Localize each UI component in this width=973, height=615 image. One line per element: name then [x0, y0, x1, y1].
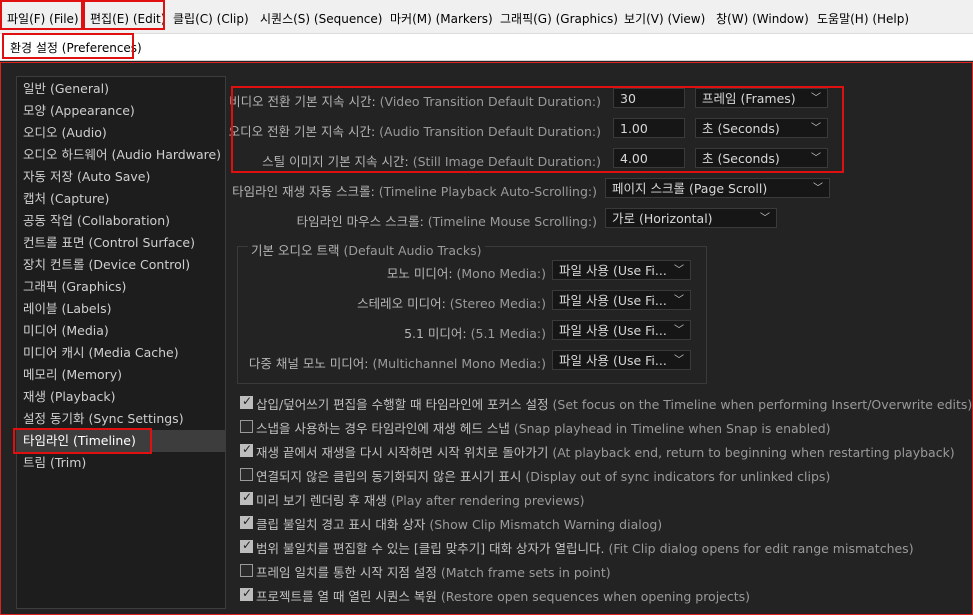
sidebar-item-memory[interactable]: 메모리 (Memory): [17, 364, 225, 386]
sidebar-item-media-cache[interactable]: 미디어 캐시 (Media Cache): [17, 342, 225, 364]
playback-scroll-label: 타임라인 재생 자동 스크롤: (Timeline Playback Auto-…: [232, 184, 597, 199]
menu-graphics[interactable]: 그래픽(G) (Graphics): [500, 10, 618, 27]
sidebar-item-device-control[interactable]: 장치 컨트롤 (Device Control): [17, 254, 225, 276]
still-image-unit-select[interactable]: 초 (Seconds) ﹀: [695, 148, 828, 168]
sidebar-item-labels[interactable]: 레이블 (Labels): [17, 298, 225, 320]
video-transition-label: 비디오 전환 기본 지속 시간: (Video Transition Defau…: [229, 94, 601, 109]
chevron-down-icon: ﹀: [674, 355, 684, 366]
chevron-down-icon: ﹀: [813, 183, 823, 194]
chevron-down-icon: ﹀: [811, 93, 821, 104]
checkbox[interactable]: [240, 490, 253, 505]
checkbox[interactable]: [240, 514, 253, 529]
stereo-media-label: 스테레오 미디어: (Stereo Media:): [357, 296, 546, 311]
sidebar-item-control-surface[interactable]: 컨트롤 표면 (Control Surface): [17, 232, 225, 254]
video-transition-duration-input[interactable]: 30: [613, 88, 685, 108]
sidebar-item-appearance[interactable]: 모양 (Appearance): [17, 100, 225, 122]
sidebar-item-auto-save[interactable]: 자동 저장 (Auto Save): [17, 166, 225, 188]
menu-window[interactable]: 창(W) (Window): [716, 10, 809, 27]
playback-scroll-select[interactable]: 페이지 스크롤 (Page Scroll) ﹀: [605, 178, 830, 198]
video-transition-unit-select[interactable]: 프레임 (Frames) ﹀: [695, 88, 828, 108]
menu-help[interactable]: 도움말(H) (Help): [817, 10, 909, 27]
sidebar-item-trim[interactable]: 트림 (Trim): [17, 452, 225, 474]
mono-media-label: 모노 미디어: (Mono Media:): [386, 266, 546, 281]
mouse-scroll-label: 타임라인 마우스 스크롤: (Timeline Mouse Scrolling:…: [296, 214, 597, 229]
checkbox[interactable]: [240, 538, 253, 553]
sidebar-item-sync-settings[interactable]: 설정 동기화 (Sync Settings): [17, 408, 225, 430]
multichannel-mono-select[interactable]: 파일 사용 (Use Fi... ﹀: [552, 350, 691, 370]
chevron-down-icon: ﹀: [811, 153, 821, 164]
checkbox[interactable]: [240, 564, 253, 577]
menu-clip[interactable]: 클립(C) (Clip): [173, 10, 249, 27]
sidebar-item-collaboration[interactable]: 공동 작업 (Collaboration): [17, 210, 225, 232]
mouse-scroll-select[interactable]: 가로 (Horizontal) ﹀: [605, 208, 777, 228]
checkbox[interactable]: [240, 420, 253, 433]
sidebar-item-playback[interactable]: 재생 (Playback): [17, 386, 225, 408]
five-one-media-label: 5.1 미디어: (5.1 Media:): [404, 326, 546, 341]
sidebar-item-graphics[interactable]: 그래픽 (Graphics): [17, 276, 225, 298]
dialog-title-bar: 환경 설정 (Preferences): [0, 34, 973, 61]
menu-sequence[interactable]: 시퀀스(S) (Sequence): [260, 10, 382, 27]
chevron-down-icon: ﹀: [674, 325, 684, 336]
menu-file[interactable]: 파일(F) (File): [7, 10, 79, 27]
chevron-down-icon: ﹀: [760, 213, 770, 224]
menu-edit[interactable]: 편집(E) (Edit): [90, 10, 165, 27]
still-image-label: 스틸 이미지 기본 지속 시간: (Still Image Default Du…: [262, 154, 601, 169]
sidebar-item-timeline[interactable]: 타임라인 (Timeline): [17, 430, 225, 452]
checkbox[interactable]: [240, 586, 253, 601]
menu-bar: 파일(F) (File) 편집(E) (Edit) 클립(C) (Clip) 시…: [0, 0, 973, 34]
sidebar-item-general[interactable]: 일반 (General): [17, 78, 225, 100]
checkbox[interactable]: [240, 442, 253, 457]
menu-view[interactable]: 보기(V) (View): [624, 10, 705, 27]
dialog-title: 환경 설정 (Preferences): [10, 41, 142, 55]
mono-media-select[interactable]: 파일 사용 (Use Fi... ﹀: [552, 260, 691, 280]
checkbox[interactable]: [240, 468, 253, 481]
chevron-down-icon: ﹀: [674, 265, 684, 276]
chevron-down-icon: ﹀: [811, 123, 821, 134]
sidebar-item-media[interactable]: 미디어 (Media): [17, 320, 225, 342]
checkbox[interactable]: [240, 394, 253, 409]
menu-markers[interactable]: 마커(M) (Markers): [390, 10, 493, 27]
still-image-duration-input[interactable]: 4.00: [613, 148, 685, 168]
sidebar-item-audio-hardware[interactable]: 오디오 하드웨어 (Audio Hardware): [17, 144, 225, 166]
default-audio-tracks-title: 기본 오디오 트랙 (Default Audio Tracks): [248, 240, 485, 259]
multichannel-mono-label: 다중 채널 모노 미디어: (Multichannel Mono Media:): [248, 356, 546, 371]
preferences-sidebar: 일반 (General) 모양 (Appearance) 오디오 (Audio)…: [16, 76, 226, 609]
sidebar-item-audio[interactable]: 오디오 (Audio): [17, 122, 225, 144]
five-one-media-select[interactable]: 파일 사용 (Use Fi... ﹀: [552, 320, 691, 340]
audio-transition-label: 오디오 전환 기본 지속 시간: (Audio Transition Defau…: [228, 124, 601, 139]
audio-transition-unit-select[interactable]: 초 (Seconds) ﹀: [695, 118, 828, 138]
stereo-media-select[interactable]: 파일 사용 (Use Fi... ﹀: [552, 290, 691, 310]
sidebar-item-capture[interactable]: 캡처 (Capture): [17, 188, 225, 210]
chevron-down-icon: ﹀: [674, 295, 684, 306]
audio-transition-duration-input[interactable]: 1.00: [613, 118, 685, 138]
